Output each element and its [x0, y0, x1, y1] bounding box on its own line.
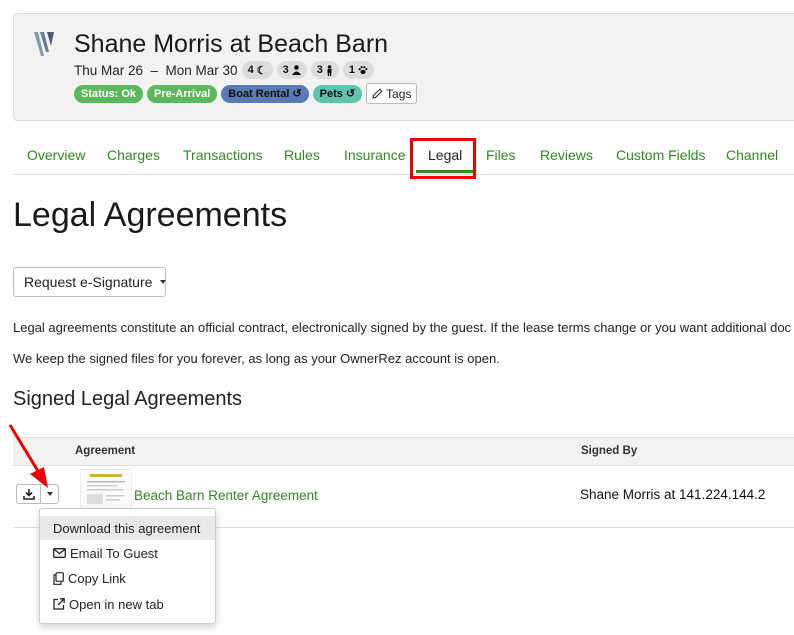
copy-icon — [53, 571, 64, 585]
booking-tabs: Overview Charges Transactions Rules Insu… — [13, 140, 794, 175]
pencil-icon — [372, 88, 383, 99]
history-icon: ↺ — [292, 88, 302, 100]
menu-item-open-new-tab[interactable]: Open in new tab — [40, 592, 215, 616]
tags-button[interactable]: Tags — [366, 83, 418, 104]
storage-note: We keep the signed files for you forever… — [13, 351, 500, 366]
legal-description: Legal agreements constitute an official … — [13, 320, 792, 335]
tab-rules[interactable]: Rules — [284, 147, 320, 163]
tab-channel[interactable]: Channel — [726, 147, 778, 163]
column-agreement: Agreement — [75, 445, 136, 457]
booking-header: Shane Morris at Beach Barn Thu Mar 26 – … — [13, 13, 794, 121]
tab-insurance[interactable]: Insurance — [344, 147, 405, 163]
tab-transactions[interactable]: Transactions — [183, 147, 263, 163]
tab-charges[interactable]: Charges — [107, 147, 160, 163]
envelope-icon — [53, 548, 66, 558]
external-link-icon — [53, 598, 65, 610]
pre-arrival-badge: Pre-Arrival — [147, 84, 218, 103]
tab-reviews[interactable]: Reviews — [540, 147, 593, 163]
caret-down-icon — [160, 280, 167, 284]
menu-item-download[interactable]: Download this agreement — [40, 516, 215, 540]
tab-overview[interactable]: Overview — [27, 147, 85, 163]
section-title: Signed Legal Agreements — [13, 388, 243, 410]
tab-custom-fields[interactable]: Custom Fields — [616, 147, 705, 163]
moon-icon: ☾ — [256, 64, 267, 77]
children-count: 3 — [310, 61, 339, 79]
boat-rental-badge[interactable]: Boat Rental ↺ — [221, 84, 309, 103]
menu-item-email-to-guest[interactable]: Email To Guest — [40, 541, 215, 565]
booking-dates-row: Thu Mar 26 – Mon Mar 30 4 ☾ 3 3 1 — [74, 61, 374, 79]
request-e-signature-button[interactable]: Request e-Signature — [13, 267, 167, 297]
download-options-toggle[interactable] — [41, 484, 59, 504]
agreements-table-header: Agreement Signed By — [13, 437, 794, 466]
status-tags-row: Status: Ok Pre-Arrival Boat Rental ↺ Pets… — [74, 83, 418, 104]
status-badge: Status: Ok — [74, 84, 144, 103]
history-icon: ↺ — [345, 88, 356, 100]
nights-count: 4 ☾ — [241, 61, 273, 79]
tab-files[interactable]: Files — [486, 147, 516, 163]
download-button-group — [16, 484, 59, 504]
pets-count: 1 — [342, 61, 374, 79]
download-dropdown-menu: Download this agreement Email To Guest C… — [39, 508, 216, 624]
download-icon — [22, 489, 35, 500]
agreement-link[interactable]: Beach Barn Renter Agreement — [134, 488, 318, 503]
child-icon — [327, 64, 332, 76]
pets-badge[interactable]: Pets ↺ — [312, 84, 363, 103]
signed-by-cell: Shane Morris at 141.224.144.2 — [580, 487, 766, 502]
caret-down-icon — [46, 492, 53, 496]
legal-tab-highlight — [410, 138, 476, 179]
menu-item-copy-link[interactable]: Copy Link — [40, 566, 215, 590]
adults-count: 3 — [276, 61, 307, 79]
download-button[interactable] — [16, 484, 41, 504]
paw-icon — [358, 66, 368, 75]
adult-icon — [291, 65, 301, 75]
column-signed-by: Signed By — [581, 445, 638, 457]
page-title: Legal Agreements — [13, 196, 288, 234]
booking-title: Shane Morris at Beach Barn — [74, 30, 389, 58]
booking-dates: Thu Mar 26 – Mon Mar 30 — [74, 62, 238, 78]
ownerrez-logo-icon — [34, 32, 54, 56]
